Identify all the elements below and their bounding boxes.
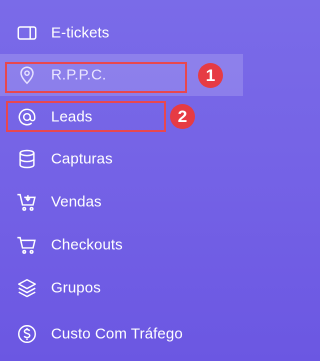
sidebar-item-label: Grupos	[51, 279, 101, 297]
sidebar-item-label: Custo Com Tráfego	[51, 325, 183, 343]
annotation-badge-2: 2	[170, 104, 195, 129]
sidebar-item-e-tickets[interactable]: E-tickets	[0, 12, 243, 54]
cart-download-icon	[15, 190, 39, 214]
sidebar-item-label: E-tickets	[51, 24, 110, 42]
map-pin-icon	[15, 63, 39, 87]
database-icon	[15, 147, 39, 171]
sidebar-item-label: R.P.P.C.	[51, 66, 107, 84]
sidebar-item-leads[interactable]: Leads	[0, 96, 243, 138]
sidebar-item-label: Capturas	[51, 150, 113, 168]
ticket-icon	[15, 21, 39, 45]
sidebar-item-label: Vendas	[51, 193, 102, 211]
sidebar-item-grupos[interactable]: Grupos	[0, 267, 243, 309]
at-sign-icon	[15, 105, 39, 129]
sidebar-item-capturas[interactable]: Capturas	[0, 138, 243, 180]
annotation-badge-1: 1	[198, 63, 223, 88]
shopping-cart-icon	[15, 233, 39, 257]
dollar-coin-icon	[15, 322, 39, 346]
sidebar-item-custo-com-trafego[interactable]: Custo Com Tráfego	[0, 313, 243, 355]
layers-icon	[15, 276, 39, 300]
sidebar-item-label: Leads	[51, 108, 93, 126]
sidebar-menu: E-tickets R.P.P.C. Leads Capturas Vendas…	[0, 0, 243, 361]
sidebar-item-label: Checkouts	[51, 236, 123, 254]
sidebar-item-checkouts[interactable]: Checkouts	[0, 224, 243, 266]
sidebar-item-vendas[interactable]: Vendas	[0, 181, 243, 223]
